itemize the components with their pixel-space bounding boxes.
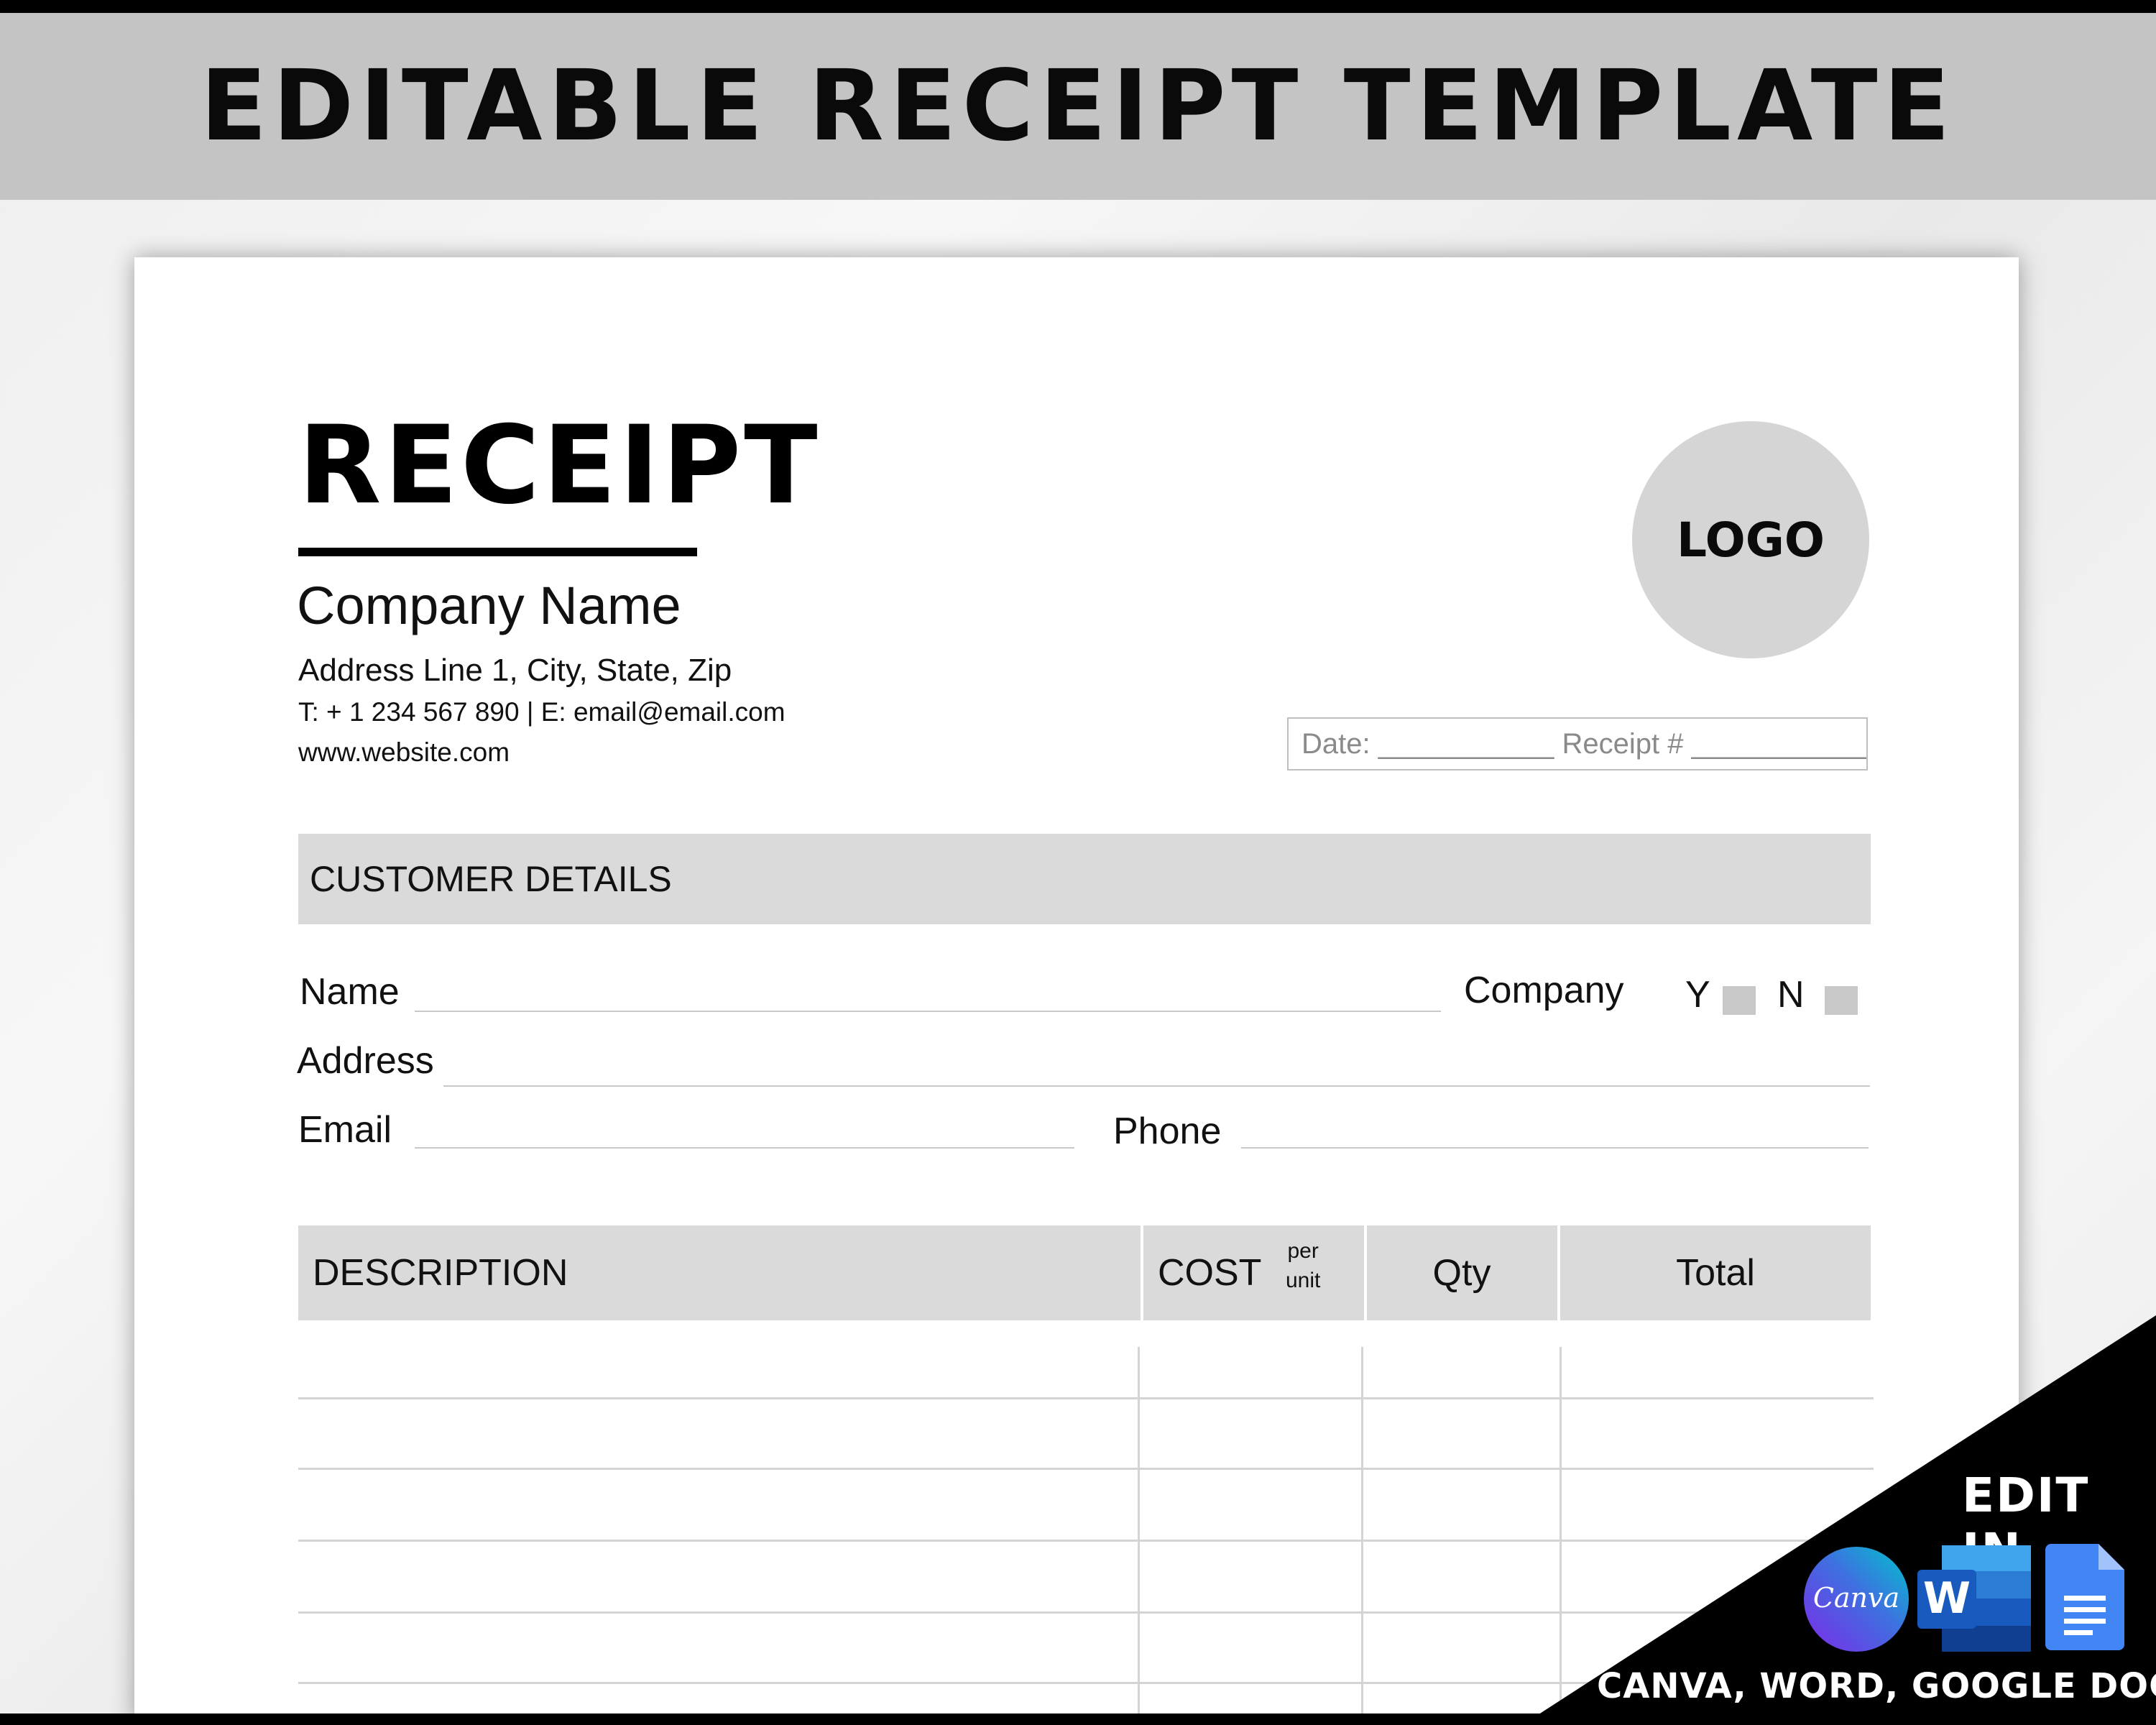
banner-title: EDITABLE RECEIPT TEMPLATE xyxy=(200,50,1956,163)
company-address[interactable]: Address Line 1, City, State, Zip xyxy=(298,653,732,689)
title-banner: EDITABLE RECEIPT TEMPLATE xyxy=(0,13,2156,200)
word-icon: W xyxy=(1916,1544,2032,1657)
cost-sub-unit: unit xyxy=(1286,1268,1321,1292)
qty-header: Qty xyxy=(1432,1252,1491,1294)
address-label: Address xyxy=(297,1040,434,1082)
receipt-sheet: RECEIPT Company Name Address Line 1, Cit… xyxy=(134,257,2019,1725)
phone-label: Phone xyxy=(1113,1110,1222,1152)
description-header: DESCRIPTION xyxy=(313,1252,568,1294)
table-column-divider xyxy=(1560,1347,1562,1725)
canva-icon: Canva xyxy=(1802,1545,1910,1657)
table-row[interactable] xyxy=(298,1611,1874,1614)
email-label: Email xyxy=(298,1109,392,1151)
company-website[interactable]: www.website.com xyxy=(298,737,510,768)
google-docs-icon xyxy=(2045,1544,2124,1654)
canva-wordmark: Canva xyxy=(1813,1582,1899,1614)
table-column-divider xyxy=(1138,1347,1140,1725)
title-underline xyxy=(298,548,697,556)
company-label: Company xyxy=(1464,970,1624,1011)
table-row[interactable] xyxy=(298,1468,1874,1470)
total-header: Total xyxy=(1676,1252,1755,1294)
name-field[interactable] xyxy=(415,1011,1441,1012)
table-column-divider xyxy=(1361,1347,1363,1725)
name-label: Name xyxy=(300,971,400,1013)
company-contact[interactable]: T: + 1 234 567 890 | E: email@email.com xyxy=(298,697,786,727)
header-divider xyxy=(1141,1225,1143,1320)
logo-placeholder[interactable]: LOGO xyxy=(1632,421,1869,658)
company-name[interactable]: Company Name xyxy=(297,575,681,636)
table-row[interactable] xyxy=(298,1540,1874,1542)
customer-details-header: CUSTOMER DETAILS xyxy=(298,834,1871,924)
apps-caption: CANVA, WORD, GOOGLE DOCS xyxy=(1597,1666,2156,1706)
items-table-header: DESCRIPTION COST per unit Qty Total xyxy=(298,1225,1871,1320)
company-no-checkbox[interactable] xyxy=(1825,986,1858,1015)
address-field[interactable] xyxy=(443,1085,1870,1087)
cost-sub-per: per xyxy=(1287,1239,1319,1263)
receipt-title: RECEIPT xyxy=(298,403,821,528)
company-no-label: N xyxy=(1777,974,1805,1016)
table-row[interactable] xyxy=(298,1397,1874,1399)
logo-label: LOGO xyxy=(1676,512,1825,568)
cost-per-unit-note: per unit xyxy=(1286,1237,1320,1295)
date-receipt-field[interactable]: Date: ___________ Receipt # ___________ xyxy=(1287,717,1868,770)
company-yes-label: Y xyxy=(1685,974,1710,1016)
email-field[interactable] xyxy=(415,1147,1074,1149)
cost-header: COST xyxy=(1158,1252,1262,1294)
top-border xyxy=(0,0,2156,13)
bottom-border xyxy=(0,1714,2156,1725)
phone-field[interactable] xyxy=(1241,1147,1869,1149)
company-yes-checkbox[interactable] xyxy=(1723,986,1756,1015)
word-letter: W xyxy=(1923,1573,1971,1624)
